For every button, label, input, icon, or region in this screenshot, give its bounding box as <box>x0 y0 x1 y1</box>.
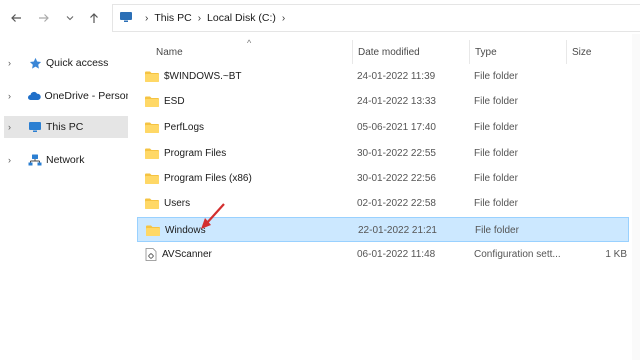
file-name: $WINDOWS.~BT <box>164 71 242 82</box>
folder-icon <box>145 96 159 107</box>
breadcrumb-this-pc[interactable]: This PC <box>154 12 191 24</box>
column-divider[interactable] <box>352 40 353 64</box>
this-pc-icon <box>119 11 133 26</box>
file-name: PerfLogs <box>164 122 205 133</box>
file-type: Configuration sett... <box>474 249 561 260</box>
up-button[interactable] <box>86 10 102 26</box>
sidebar-item-label: Network <box>46 154 85 166</box>
column-header-name[interactable]: Name <box>156 42 183 62</box>
monitor-icon <box>28 120 42 134</box>
column-header-date[interactable]: Date modified <box>358 42 420 62</box>
file-row[interactable]: ESD 24-01-2022 13:33 File folder <box>137 89 629 114</box>
file-size <box>577 115 627 140</box>
file-row[interactable]: $WINDOWS.~BT 24-01-2022 11:39 File folde… <box>137 64 629 89</box>
chevron-down-icon <box>66 16 74 21</box>
cloud-icon <box>27 89 41 103</box>
file-type: File folder <box>474 173 518 184</box>
file-date: 02-01-2022 22:58 <box>357 198 436 209</box>
file-size <box>577 89 627 114</box>
navigation-bar: › This PC › Local Disk (C:) › <box>0 0 640 34</box>
file-name: AVScanner <box>162 249 212 260</box>
file-name: ESD <box>164 96 185 107</box>
folder-icon <box>145 173 159 184</box>
file-date: 22-01-2022 21:21 <box>358 225 437 236</box>
chevron-right-icon[interactable]: › <box>8 91 19 101</box>
file-row[interactable]: PerfLogs 05-06-2021 17:40 File folder <box>137 115 629 140</box>
file-date: 24-01-2022 11:39 <box>357 71 436 82</box>
arrow-right-icon <box>39 14 49 22</box>
sidebar-item-label: This PC <box>46 121 84 133</box>
file-type: File folder <box>474 122 518 133</box>
file-size <box>578 218 628 243</box>
file-type: File folder <box>474 148 518 159</box>
forward-button[interactable] <box>36 10 52 26</box>
column-divider[interactable] <box>566 40 567 64</box>
chevron-right-icon[interactable]: › <box>8 122 20 132</box>
file-type: File folder <box>474 198 518 209</box>
file-size <box>577 191 627 216</box>
column-header-size[interactable]: Size <box>572 42 591 62</box>
file-date: 30-01-2022 22:56 <box>357 173 436 184</box>
network-icon <box>28 153 42 167</box>
sidebar-item-quick-access[interactable]: › Quick access <box>4 52 128 74</box>
file-size <box>577 141 627 166</box>
chevron-right-icon: › <box>145 12 149 24</box>
chevron-right-icon: › <box>281 12 286 24</box>
breadcrumb-local-disk[interactable]: Local Disk (C:) <box>207 12 276 24</box>
file-row[interactable]: AVScanner 06-01-2022 11:48 Configuration… <box>137 242 629 267</box>
arrow-left-icon <box>11 14 21 22</box>
sort-ascending-icon: ^ <box>247 38 252 48</box>
file-row[interactable]: Program Files (x86) 30-01-2022 22:56 Fil… <box>137 166 629 191</box>
column-header-type[interactable]: Type <box>475 42 497 62</box>
folder-icon <box>145 148 159 159</box>
file-date: 30-01-2022 22:55 <box>357 148 436 159</box>
file-type: File folder <box>474 71 518 82</box>
arrow-up-icon <box>90 13 98 23</box>
column-divider[interactable] <box>469 40 470 64</box>
navigation-pane: › Quick access › OneDrive - Personal › T… <box>0 34 130 360</box>
file-date: 05-06-2021 17:40 <box>357 122 436 133</box>
chevron-right-icon: › <box>197 12 202 24</box>
sidebar-item-this-pc[interactable]: › This PC <box>4 116 128 138</box>
sidebar-item-label: OneDrive - Personal <box>44 90 128 102</box>
address-bar[interactable]: › This PC › Local Disk (C:) › <box>112 4 640 32</box>
star-icon <box>28 56 42 70</box>
file-size <box>577 166 627 191</box>
file-name: Program Files (x86) <box>164 173 252 184</box>
file-size <box>577 64 627 89</box>
annotation-arrow-icon <box>201 203 225 229</box>
file-type: File folder <box>474 96 518 107</box>
sidebar-item-onedrive[interactable]: › OneDrive - Personal <box>4 85 128 107</box>
back-button[interactable] <box>8 10 24 26</box>
vertical-scrollbar[interactable] <box>632 34 640 360</box>
folder-icon <box>145 122 159 133</box>
recent-locations-button[interactable] <box>62 10 78 26</box>
file-name: Program Files <box>164 148 227 159</box>
file-date: 24-01-2022 13:33 <box>357 96 436 107</box>
chevron-right-icon[interactable]: › <box>8 58 20 68</box>
folder-icon <box>145 71 159 82</box>
file-size: 1 KB <box>605 249 627 260</box>
sidebar-item-network[interactable]: › Network <box>4 149 128 171</box>
file-date: 06-01-2022 11:48 <box>357 249 436 260</box>
file-name: Users <box>164 198 191 209</box>
sidebar-item-label: Quick access <box>46 57 109 69</box>
folder-icon <box>146 225 160 236</box>
file-row[interactable]: Program Files 30-01-2022 22:55 File fold… <box>137 141 629 166</box>
chevron-right-icon[interactable]: › <box>8 155 20 165</box>
config-file-icon <box>145 248 157 261</box>
file-type: File folder <box>475 225 519 236</box>
folder-icon <box>145 198 159 209</box>
